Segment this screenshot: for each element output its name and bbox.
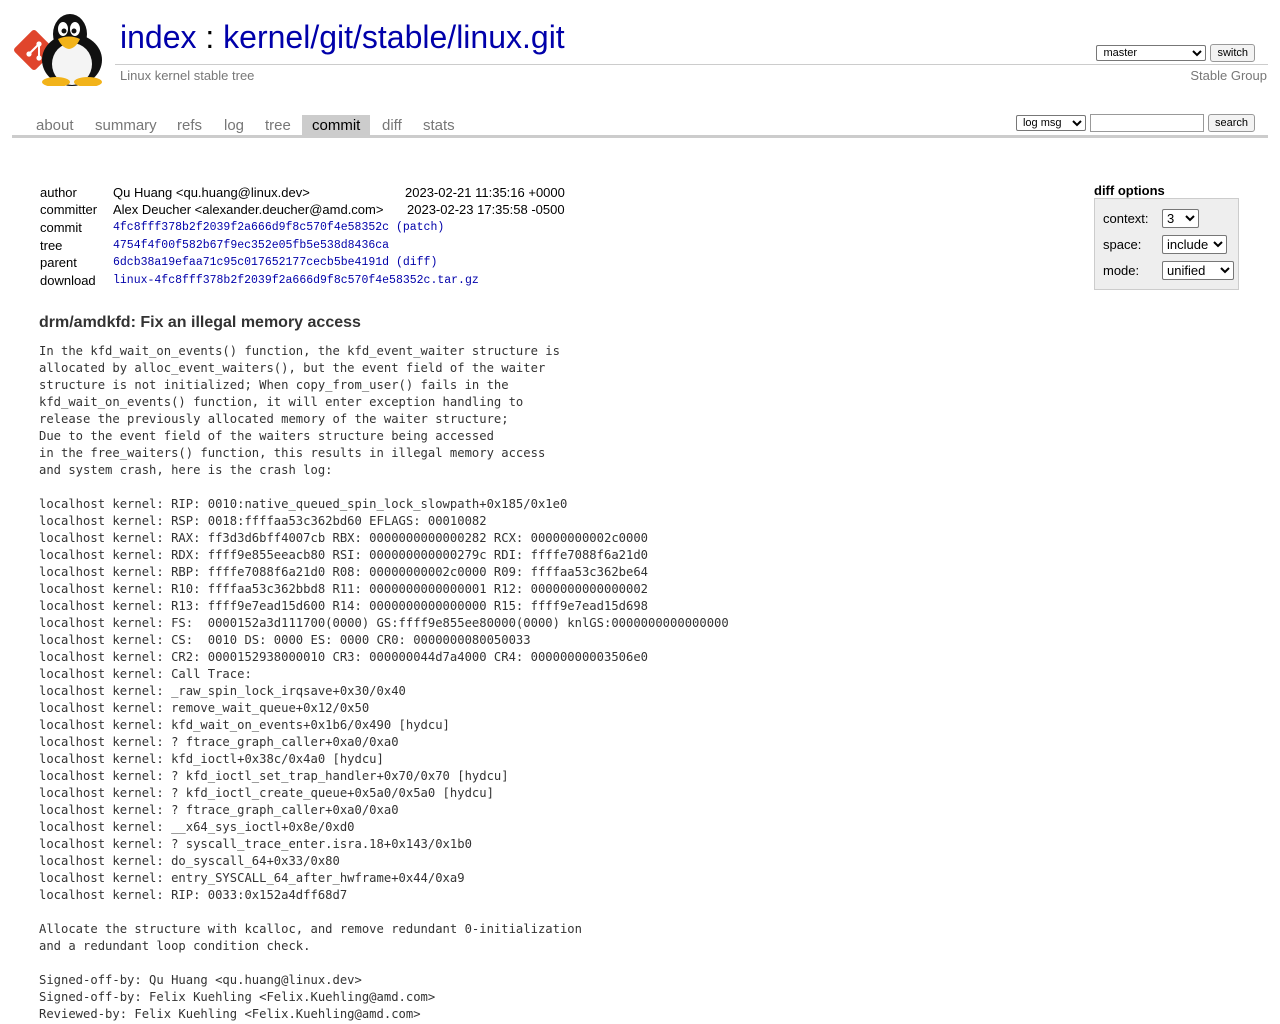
tab-stats[interactable]: stats	[413, 115, 465, 135]
committer-label: committer	[40, 202, 98, 217]
tab-commit[interactable]: commit	[302, 115, 371, 135]
space-label: space:	[1103, 237, 1142, 252]
branch-select[interactable]: master	[1096, 45, 1207, 61]
message-line: allocated by alloc_event_waiters(), but …	[39, 361, 546, 375]
message-line: and a redundant loop condition check.	[39, 939, 311, 953]
message-line: Allocate the structure with kcalloc, and…	[39, 922, 582, 936]
tab-tree[interactable]: tree	[255, 115, 301, 135]
page-title: index : kernel/git/stable/linux.git	[120, 16, 565, 58]
tab-refs[interactable]: refs	[167, 115, 212, 135]
message-line: localhost kernel: ? kfd_ioctl_set_trap_h…	[39, 769, 509, 783]
branch-switch-form: master switch	[1096, 44, 1255, 62]
diff-options-panel: context: 3 space: include mode: unified	[1094, 198, 1239, 290]
tree-hash-link[interactable]: 4754f4f00f582b67f9ec352e05fb5e538d8436ca	[113, 239, 389, 252]
tab-about[interactable]: about	[26, 115, 84, 135]
message-line: localhost kernel: FS: 0000152a3d111700(0…	[39, 616, 729, 630]
mode-label: mode:	[1103, 263, 1140, 278]
context-label: context:	[1103, 211, 1149, 226]
message-line: structure is not initialized; When copy_…	[39, 378, 509, 392]
parent-hash-link[interactable]: 6dcb38a19efaa71c95c017652177cecb5be4191d	[113, 256, 389, 269]
message-line: localhost kernel: kfd_ioctl+0x38c/0x4a0 …	[39, 752, 384, 766]
message-line: localhost kernel: __x64_sys_ioctl+0x8e/0…	[39, 820, 355, 834]
message-line: Reviewed-by: Felix Kuehling <Felix.Kuehl…	[39, 1007, 421, 1021]
message-line: Due to the event field of the waiters st…	[39, 429, 494, 443]
search-form: log msg search	[1015, 114, 1255, 132]
message-line	[39, 479, 729, 496]
message-line: localhost kernel: R10: ffffaa53c362bbd8 …	[39, 582, 649, 596]
tab-log[interactable]: log	[214, 115, 254, 135]
author-label: author	[40, 185, 77, 200]
parent-label: parent	[40, 255, 77, 270]
commit-hash-link[interactable]: 4fc8fff378b2f2039f2a666d9f8c570f4e58352c	[113, 221, 389, 234]
switch-button[interactable]: switch	[1210, 44, 1255, 62]
message-line: Signed-off-by: Felix Kuehling <Felix.Kue…	[39, 990, 436, 1004]
message-line: localhost kernel: ? kfd_ioctl_create_que…	[39, 786, 494, 800]
message-line: localhost kernel: CS: 0010 DS: 0000 ES: …	[39, 633, 531, 647]
message-line: kfd_wait_on_events() function, it will e…	[39, 395, 524, 409]
tux-git-logo-icon	[14, 14, 102, 87]
index-link[interactable]: index	[120, 19, 197, 55]
message-line: localhost kernel: RIP: 0010:native_queue…	[39, 497, 568, 511]
patch-link[interactable]: (patch)	[396, 221, 444, 234]
author-date: 2023-02-21 11:35:16 +0000	[405, 185, 565, 200]
committer-value: Alex Deucher <alexander.deucher@amd.com>	[113, 202, 384, 217]
message-line: localhost kernel: RDX: ffff9e855eeacb80 …	[39, 548, 649, 562]
site-logo[interactable]	[12, 12, 112, 87]
repo-description: Linux kernel stable tree	[120, 68, 255, 83]
message-line: localhost kernel: CR2: 0000152938000010 …	[39, 650, 649, 664]
message-line: localhost kernel: do_syscall_64+0x33/0x8…	[39, 854, 340, 868]
mode-select[interactable]: unified	[1162, 261, 1234, 280]
message-line: localhost kernel: RBP: ffffe7088f6a21d0 …	[39, 565, 649, 579]
context-select[interactable]: 3	[1162, 209, 1199, 228]
message-line: localhost kernel: RSP: 0018:ffffaa53c362…	[39, 514, 487, 528]
space-select[interactable]: include	[1162, 235, 1227, 254]
message-line: In the kfd_wait_on_events() function, th…	[39, 344, 560, 358]
commit-subject: drm/amdkfd: Fix an illegal memory access	[39, 314, 361, 331]
search-button[interactable]: search	[1207, 114, 1255, 132]
download-tarball-link[interactable]: linux-4fc8fff378b2f2039f2a666d9f8c570f4e…	[113, 274, 479, 287]
message-line: localhost kernel: ? ftrace_graph_caller+…	[39, 803, 399, 817]
repo-path-link[interactable]: kernel/git/stable/linux.git	[223, 19, 565, 55]
search-input[interactable]	[1089, 114, 1204, 132]
message-line: localhost kernel: remove_wait_queue+0x12…	[39, 701, 370, 715]
message-line: localhost kernel: ? syscall_trace_enter.…	[39, 837, 472, 851]
download-label: download	[40, 273, 96, 288]
tab-summary[interactable]: summary	[85, 115, 167, 135]
search-mode-select[interactable]: log msg	[1015, 115, 1086, 131]
message-line: release the previously allocated memory …	[39, 412, 509, 426]
commit-label: commit	[40, 220, 82, 235]
message-line: and system crash, here is the crash log:	[39, 463, 333, 477]
message-line	[39, 955, 729, 972]
message-line: localhost kernel: RAX: ff3d3d6bff4007cb …	[39, 531, 649, 545]
message-line: in the free_waiters() function, this res…	[39, 446, 546, 460]
message-line	[39, 904, 729, 921]
diff-options-title: diff options	[1094, 183, 1165, 198]
message-line: localhost kernel: Call Trace:	[39, 667, 252, 681]
message-line: localhost kernel: RIP: 0033:0x152a4dff68…	[39, 888, 348, 902]
message-line: localhost kernel: ? ftrace_graph_caller+…	[39, 735, 399, 749]
tree-label: tree	[40, 238, 63, 253]
diff-link[interactable]: (diff)	[396, 256, 437, 269]
header-divider	[115, 64, 1268, 65]
message-line: localhost kernel: entry_SYSCALL_64_after…	[39, 871, 465, 885]
commit-message: In the kfd_wait_on_events() function, th…	[39, 343, 729, 1023]
message-line: localhost kernel: kfd_wait_on_events+0x1…	[39, 718, 450, 732]
repo-owner: Stable Group	[1190, 68, 1267, 83]
title-separator: :	[196, 19, 224, 55]
tab-diff[interactable]: diff	[372, 115, 412, 135]
message-line: localhost kernel: _raw_spin_lock_irqsave…	[39, 684, 406, 698]
committer-date: 2023-02-23 17:35:58 -0500	[407, 202, 565, 217]
message-line: localhost kernel: R13: ffff9e7ead15d600 …	[39, 599, 649, 613]
author-value: Qu Huang <qu.huang@linux.dev>	[113, 185, 310, 200]
message-line: Signed-off-by: Qu Huang <qu.huang@linux.…	[39, 973, 362, 987]
